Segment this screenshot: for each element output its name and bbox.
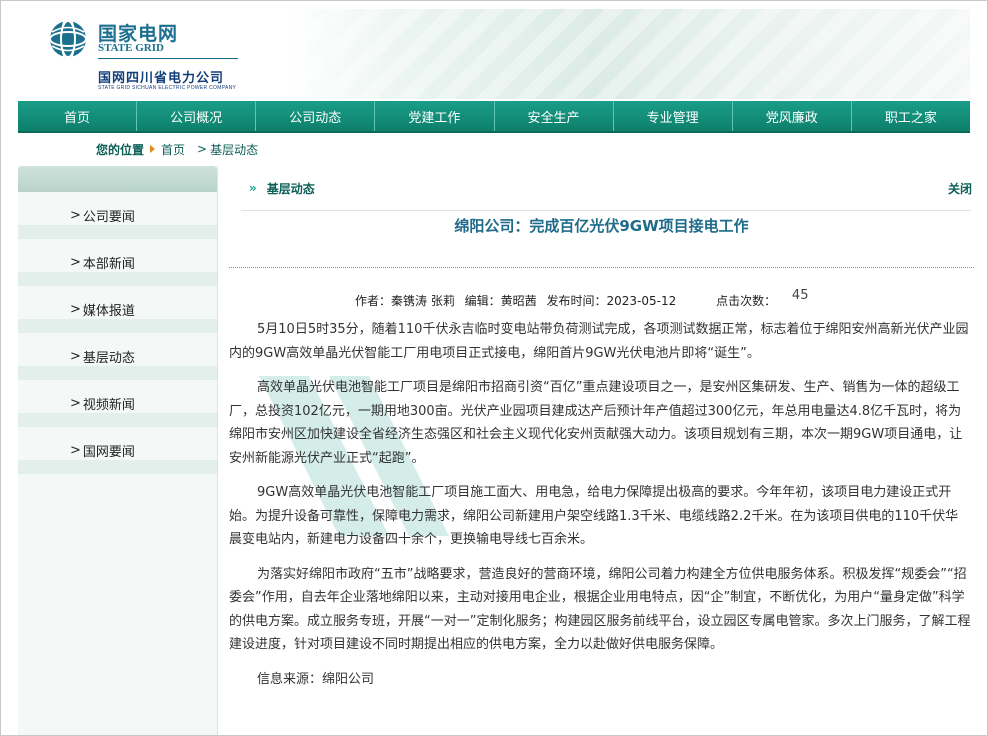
logo-text-en: STATE GRID: [98, 42, 164, 54]
article-editor: 编辑：黄昭茜: [464, 294, 537, 308]
breadcrumb-home-link[interactable]: 首页: [161, 141, 185, 158]
chevron-right-icon: >: [197, 142, 208, 156]
article-body: 5月10日5时35分，随着110千伏永吉临时变电站带负荷测试完成，各项测试数据正…: [229, 318, 971, 702]
company-name-cn: 国网四川省电力公司: [98, 71, 225, 86]
chevron-right-icon: >: [70, 208, 81, 223]
article-author: 作者：秦镌涛 张莉: [355, 294, 455, 308]
chevron-right-icon: >: [70, 443, 81, 458]
sidebar-item-company-news[interactable]: > 公司要闻: [18, 192, 217, 239]
sidebar-item-label: 国网要闻: [82, 445, 135, 460]
chevron-right-icon: >: [70, 302, 81, 317]
sidebar-item-media-reports[interactable]: > 媒体报道: [18, 286, 217, 333]
click-count: 45: [791, 288, 809, 303]
sidebar-item-label: 基层动态: [82, 351, 135, 366]
article-date: 发布时间：2023-05-12: [546, 294, 677, 308]
chevron-right-icon: >: [70, 349, 81, 364]
nav-item-safety[interactable]: 安全生产: [493, 101, 613, 131]
close-link[interactable]: 关闭: [948, 180, 972, 197]
site-header: 国家电网 STATE GRID 国网四川省电力公司 STATE GRID SIC…: [18, 1, 970, 101]
chevron-right-icon: >: [70, 396, 81, 411]
sidebar-item-label: 媒体报道: [82, 304, 135, 319]
article-meta: 作者：秦镌涛 张莉 编辑：黄昭茜 发布时间：2023-05-12 点击次数： 4…: [355, 288, 814, 309]
article-source: 信息来源：绵阳公司: [257, 671, 375, 687]
breadcrumb-label: 您的位置: [96, 142, 145, 157]
nav-item-management[interactable]: 专业管理: [612, 101, 732, 131]
triangle-right-icon: [150, 145, 156, 153]
main-nav: 首页 公司概况 公司动态 党建工作 安全生产 专业管理 党风廉政 职工之家: [18, 101, 970, 133]
nav-item-home[interactable]: 首页: [18, 101, 136, 131]
sidebar-item-label: 视频新闻: [82, 398, 135, 413]
page-frame: 国家电网 STATE GRID 国网四川省电力公司 STATE GRID SIC…: [0, 0, 988, 736]
sidebar-item-label: 本部新闻: [82, 257, 135, 272]
double-chevron-right-icon: »: [249, 181, 257, 195]
click-count-label: 点击次数：: [716, 294, 777, 308]
sidebar-item-grassroots[interactable]: > 基层动态: [18, 333, 217, 380]
nav-item-staff-home[interactable]: 职工之家: [850, 101, 970, 131]
section-divider: [241, 210, 971, 211]
nav-item-integrity[interactable]: 党风廉政: [731, 101, 851, 131]
article-title: 绵阳公司：完成百亿光伏9GW项目接电工作: [454, 217, 749, 235]
nav-item-company-news[interactable]: 公司动态: [255, 101, 374, 131]
sidebar-header: [18, 166, 217, 192]
sidebar-item-video-news[interactable]: > 视频新闻: [18, 380, 217, 427]
logo-divider: [98, 58, 238, 59]
sidebar: > 公司要闻 > 本部新闻 > 媒体报道 > 基层动态 > 视频新闻 > 国网要…: [18, 166, 218, 735]
article-panel: » 基层动态 关闭 绵阳公司：完成百亿光伏9GW项目接电工作 作者：秦镌涛 张莉…: [229, 166, 974, 735]
sidebar-item-state-grid-news[interactable]: > 国网要闻: [18, 427, 217, 474]
article-paragraph: 为落实好绵阳市政府“五市”战略要求，营造良好的营商环境，绵阳公司着力构建全方位供…: [229, 566, 971, 653]
section-bar: » 基层动态 关闭: [229, 178, 974, 198]
header-banner: [288, 9, 970, 99]
chevron-right-icon: >: [70, 255, 81, 270]
title-divider: [229, 267, 974, 268]
section-title: 基层动态: [266, 181, 315, 196]
globe-icon: [49, 20, 87, 58]
breadcrumb: 您的位置 首页 > 基层动态: [96, 141, 258, 157]
article-paragraph: 高效单晶光伏电池智能工厂项目是绵阳市招商引资“百亿”重点建设项目之一，是安州区集…: [229, 380, 963, 466]
article-paragraph: 9GW高效单晶光伏电池智能工厂项目施工面大、用电急，给电力保障提出极高的要求。今…: [229, 485, 959, 547]
nav-item-company-overview[interactable]: 公司概况: [136, 101, 255, 131]
company-name-en: STATE GRID SICHUAN ELECTRIC POWER COMPAN…: [98, 85, 237, 91]
sidebar-item-hq-news[interactable]: > 本部新闻: [18, 239, 217, 286]
sidebar-item-label: 公司要闻: [82, 210, 135, 225]
breadcrumb-current[interactable]: 基层动态: [210, 141, 258, 158]
article-paragraph: 5月10日5时35分，随着110千伏永吉临时变电站带负荷测试完成，各项测试数据正…: [229, 322, 969, 361]
nav-item-party-building[interactable]: 党建工作: [374, 101, 493, 131]
state-grid-logo[interactable]: 国家电网 STATE GRID 国网四川省电力公司 STATE GRID SIC…: [48, 15, 258, 95]
